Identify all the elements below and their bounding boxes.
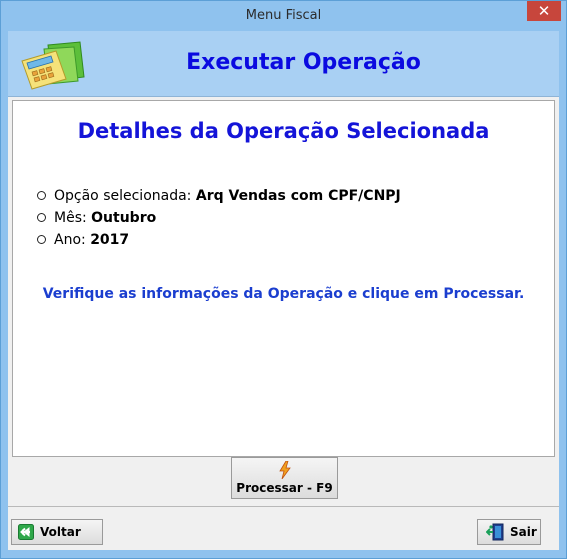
item-value: Outubro — [91, 210, 157, 226]
bullet-icon — [37, 212, 46, 222]
sair-button[interactable]: Sair — [477, 519, 541, 545]
item-label: Ano: — [54, 232, 86, 248]
processar-button[interactable]: Processar - F9 — [231, 457, 338, 499]
client-area: Executar Operação Detalhes da Operação S… — [8, 31, 559, 550]
voltar-label: Voltar — [40, 525, 81, 539]
close-icon: ✕ — [537, 2, 551, 20]
item-value: Arq Vendas com CPF/CNPJ — [195, 188, 401, 204]
item-label: Opção selecionada: — [54, 188, 192, 204]
details-title: Detalhes da Operação Selecionada — [77, 119, 490, 143]
item-label: Mês: — [54, 210, 87, 226]
header-band: Executar Operação — [8, 31, 559, 97]
list-item: Opção selecionada: Arq Vendas com CPF/CN… — [37, 185, 401, 207]
close-button[interactable]: ✕ — [527, 1, 561, 21]
instruction-text: Verifique as informações da Operação e c… — [42, 286, 525, 302]
details-panel: Detalhes da Operação Selecionada Opção s… — [12, 100, 555, 457]
processar-label: Processar - F9 — [236, 481, 333, 495]
item-value: 2017 — [90, 232, 130, 248]
list-item: Mês: Outubro — [37, 207, 401, 229]
bullet-icon — [37, 190, 46, 200]
header-title: Executar Operação — [186, 50, 421, 75]
main-window: Menu Fiscal ✕ Executar Operação Detalhes… — [0, 0, 567, 559]
back-arrow-icon — [18, 524, 34, 540]
window-title: Menu Fiscal — [245, 8, 322, 23]
bullet-icon — [37, 234, 46, 244]
list-item: Ano: 2017 — [37, 229, 401, 251]
lightning-icon — [232, 460, 337, 480]
sair-label: Sair — [510, 525, 537, 539]
title-bar[interactable]: Menu Fiscal ✕ — [1, 1, 566, 31]
exit-door-icon — [486, 523, 504, 541]
details-list: Opção selecionada: Arq Vendas com CPF/CN… — [37, 185, 401, 251]
footer-divider — [8, 506, 559, 507]
voltar-button[interactable]: Voltar — [11, 519, 103, 545]
